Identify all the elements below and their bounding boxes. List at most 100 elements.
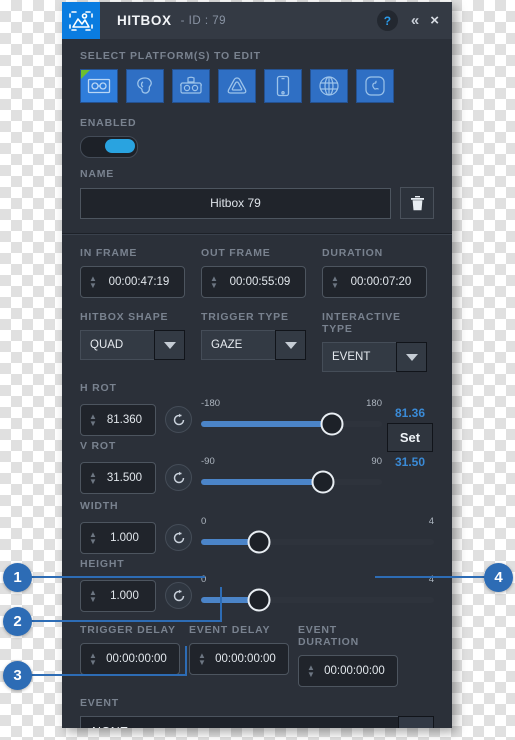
interactive-type-dropdown[interactable]: EVENT <box>322 342 427 372</box>
collapse-chevrons-icon[interactable]: « <box>409 12 419 29</box>
trash-icon[interactable] <box>400 187 434 219</box>
in-frame-stepper[interactable]: ▲ ▼ <box>89 275 97 290</box>
h-rot-min: -180 <box>201 398 221 409</box>
h-rot-reset-icon[interactable] <box>165 406 192 433</box>
platform-vr-goggles[interactable] <box>80 69 118 103</box>
hitbox-shape-value: QUAD <box>80 330 154 360</box>
h-rot-row: ▲ ▼ 81.360 -180 180 <box>80 398 382 436</box>
width-field[interactable]: ▲ ▼ 1.000 <box>80 522 156 554</box>
titlebar-actions: ? « × <box>376 10 452 31</box>
panel-title: HITBOX <box>117 13 172 28</box>
name-section: NAME Hitbox 79 <box>62 166 452 233</box>
name-input[interactable]: Hitbox 79 <box>80 187 391 219</box>
trigger-delay-group: TRIGGER DELAY ▲ ▼ 00:00:00:00 <box>80 624 180 687</box>
h-rot-slider[interactable]: -180 180 <box>201 398 382 436</box>
title-bar: HITBOX - ID : 79 ? « × <box>62 2 452 39</box>
platform-cardboard-robot[interactable] <box>172 69 210 103</box>
trigger-delay-field[interactable]: ▲ ▼ 00:00:00:00 <box>80 643 180 675</box>
height-thumb[interactable] <box>247 588 271 612</box>
name-label: NAME <box>80 168 115 180</box>
width-stepper[interactable]: ▲ ▼ <box>89 531 97 546</box>
platform-apple[interactable] <box>356 69 394 103</box>
h-rot-stepper[interactable]: ▲ ▼ <box>89 413 97 428</box>
callout-3-number: 3 <box>13 667 22 684</box>
event-delay-value: 00:00:00:00 <box>215 653 276 665</box>
platform-mobile-phone[interactable] <box>264 69 302 103</box>
h-rot-thumb[interactable] <box>320 412 344 436</box>
platform-steamvr-triangle[interactable] <box>218 69 256 103</box>
width-max: 4 <box>428 516 434 527</box>
callout-3-leader-h <box>30 674 187 676</box>
height-slider[interactable]: 0 4 <box>201 574 434 612</box>
trigger-delay-stepper[interactable]: ▲ ▼ <box>89 652 97 667</box>
platform-list <box>80 69 434 103</box>
hitbox-logo-icon <box>62 2 100 39</box>
event-delay-stepper[interactable]: ▲ ▼ <box>198 652 206 667</box>
callout-2-leader-v <box>220 587 222 622</box>
h-rot-field[interactable]: ▲ ▼ 81.360 <box>80 404 156 436</box>
hitbox-shape-group: HITBOX SHAPE QUAD <box>80 311 185 372</box>
close-icon[interactable]: × <box>430 12 439 29</box>
v-rot-field[interactable]: ▲ ▼ 31.500 <box>80 462 156 494</box>
chevron-down-icon[interactable] <box>396 342 427 372</box>
v-rot-slider[interactable]: -90 90 <box>201 456 382 494</box>
v-rot-max: 90 <box>371 456 382 467</box>
name-value: Hitbox 79 <box>210 196 261 210</box>
height-track[interactable] <box>201 588 434 612</box>
height-reset-icon[interactable] <box>165 582 192 609</box>
event-value: NONE <box>80 716 398 728</box>
width-reset-icon[interactable] <box>165 524 192 551</box>
event-delay-group: EVENT DELAY ▲ ▼ 00:00:00:00 <box>189 624 289 687</box>
width-slider[interactable]: 0 4 <box>201 516 434 554</box>
height-stepper[interactable]: ▲ ▼ <box>89 589 97 604</box>
delays-section: TRIGGER DELAY ▲ ▼ 00:00:00:00 EVENT DELAY… <box>62 614 452 693</box>
v-rot-track[interactable] <box>201 470 382 494</box>
v-rot-row: ▲ ▼ 31.500 -90 90 <box>80 456 382 494</box>
types-section: HITBOX SHAPE QUAD TRIGGER TYPE GAZE INTE… <box>62 307 452 382</box>
callout-2: 2 <box>3 607 32 636</box>
platform-flag-marker <box>81 70 90 79</box>
chevron-down-icon[interactable] <box>398 716 434 728</box>
chevron-down-icon[interactable] <box>275 330 306 360</box>
enabled-toggle[interactable] <box>80 136 138 158</box>
hitbox-shape-label: HITBOX SHAPE <box>80 311 169 323</box>
v-rot-stepper[interactable]: ▲ ▼ <box>89 471 97 486</box>
width-thumb[interactable] <box>247 530 271 554</box>
enabled-label: ENABLED <box>80 117 137 129</box>
help-button[interactable]: ? <box>376 10 398 31</box>
trigger-type-group: TRIGGER TYPE GAZE <box>201 311 306 372</box>
height-value: 1.000 <box>110 590 139 602</box>
callout-1: 1 <box>3 563 32 592</box>
event-delay-field[interactable]: ▲ ▼ 00:00:00:00 <box>189 643 289 675</box>
callout-1-leader <box>30 576 205 578</box>
in-frame-field[interactable]: ▲ ▼ 00:00:47:19 <box>80 266 185 298</box>
hitbox-shape-dropdown[interactable]: QUAD <box>80 330 185 360</box>
close-label: × <box>430 12 439 29</box>
v-rot-thumb[interactable] <box>311 470 335 494</box>
h-rot-label: H ROT <box>80 382 117 394</box>
chevron-down-icon[interactable] <box>154 330 185 360</box>
set-button[interactable]: Set <box>387 423 433 452</box>
event-dropdown[interactable]: NONE <box>80 716 434 728</box>
event-duration-field[interactable]: ▲ ▼ 00:00:00:00 <box>298 655 398 687</box>
height-field[interactable]: ▲ ▼ 1.000 <box>80 580 156 612</box>
v-rot-reset-icon[interactable] <box>165 464 192 491</box>
height-row: ▲ ▼ 1.000 0 4 <box>80 574 434 612</box>
callout-3: 3 <box>3 661 32 690</box>
out-frame-stepper[interactable]: ▲ ▼ <box>210 275 218 290</box>
out-frame-field[interactable]: ▲ ▼ 00:00:55:09 <box>201 266 306 298</box>
platform-oculus-swirl[interactable] <box>126 69 164 103</box>
h-rot-max: 180 <box>366 398 382 409</box>
event-duration-stepper[interactable]: ▲ ▼ <box>307 664 315 679</box>
event-duration-group: EVENT DURATION ▲ ▼ 00:00:00:00 <box>298 624 398 687</box>
platform-web-globe[interactable] <box>310 69 348 103</box>
duration-field[interactable]: ▲ ▼ 00:00:07:20 <box>322 266 427 298</box>
h-rot-value: 81.360 <box>106 414 143 426</box>
callout-1-number: 1 <box>13 569 22 586</box>
set-top-value: 81.36 <box>394 406 426 420</box>
width-value: 1.000 <box>110 532 139 544</box>
h-rot-track[interactable] <box>201 412 382 436</box>
trigger-type-dropdown[interactable]: GAZE <box>201 330 306 360</box>
width-track[interactable] <box>201 530 434 554</box>
duration-stepper[interactable]: ▲ ▼ <box>331 275 339 290</box>
